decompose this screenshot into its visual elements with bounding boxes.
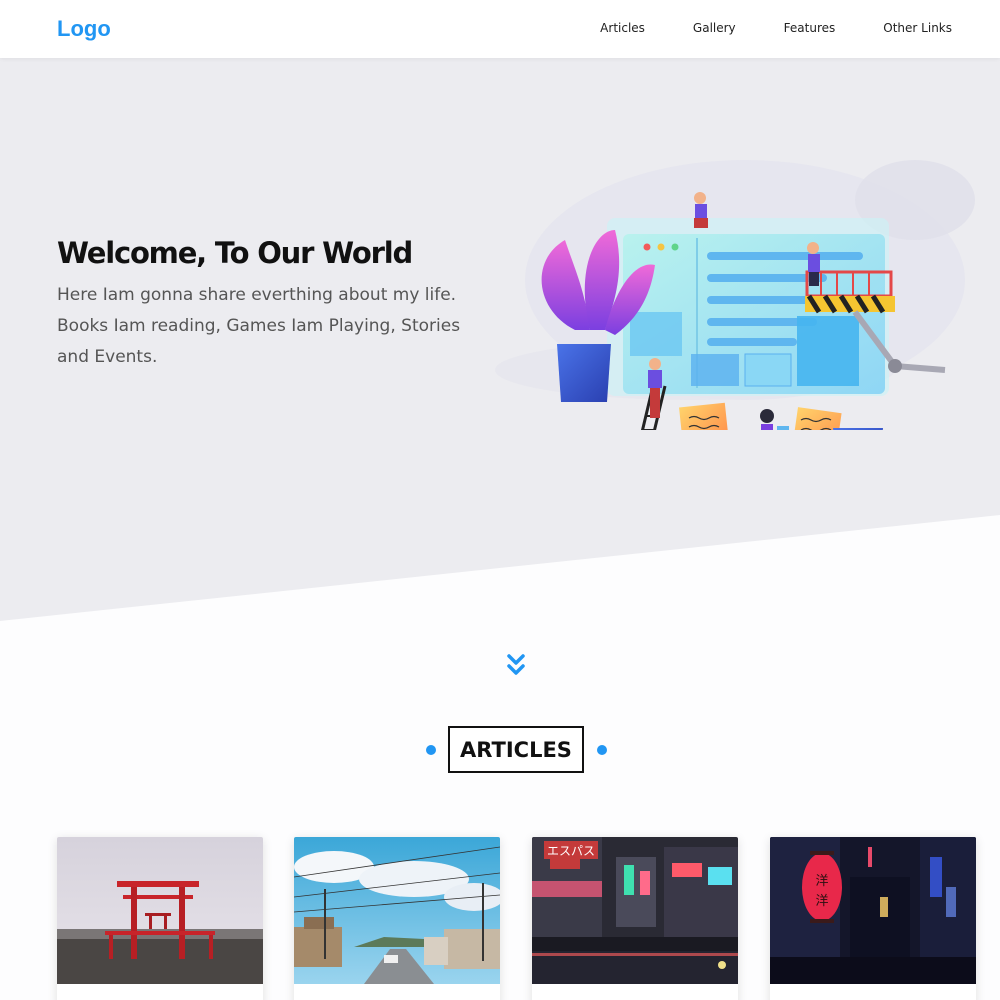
articles-heading: ARTICLES [0,726,1000,774]
nav-link-gallery[interactable]: Gallery [693,21,736,35]
svg-text:洋: 洋 [815,894,828,909]
logo[interactable]: Logo [57,16,111,42]
nav-link-other-links[interactable]: Other Links [883,21,952,35]
article-image-street [294,837,500,984]
heading-dot-right [597,745,607,755]
nav-link-features[interactable]: Features [784,21,836,35]
nav-link-articles[interactable]: Articles [600,21,645,35]
site-header: Logo Articles Gallery Features Other Lin… [0,0,1000,58]
hero-section: Welcome, To Our World Here Iam gonna sha… [0,58,1000,675]
heading-dot-left [426,745,436,755]
hero-title: Welcome, To Our World [57,236,413,270]
article-card[interactable]: 洋 洋 [770,837,976,1000]
article-image-neon-city: エスパス [532,837,738,984]
main-nav: Articles Gallery Features Other Links [552,21,952,35]
article-card[interactable] [57,837,263,1000]
hero-text: Welcome, To Our World Here Iam gonna sha… [57,236,477,373]
scroll-down-icon[interactable] [504,654,528,680]
articles-grid: エスパス 洋 洋 [0,837,1000,1000]
hero-description: Here Iam gonna share everthing about my … [57,285,461,367]
articles-title: ARTICLES [448,726,584,773]
article-card[interactable] [294,837,500,1000]
hero-illustration [495,160,975,430]
svg-text:エスパス: エスパス [547,844,595,858]
svg-text:洋: 洋 [815,874,828,889]
article-image-lantern-alley: 洋 洋 [770,837,976,984]
article-card[interactable]: エスパス [532,837,738,1000]
article-image-torii [57,837,263,984]
